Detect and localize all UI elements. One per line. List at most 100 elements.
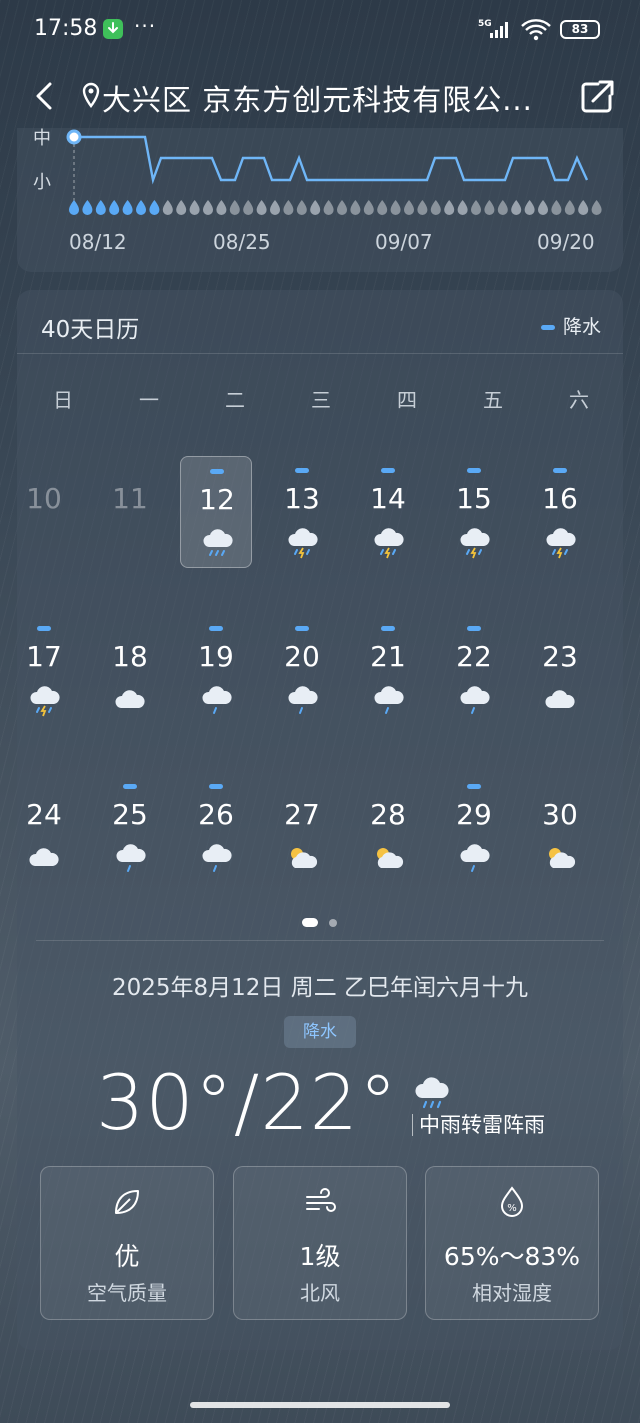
precipitation-drop	[484, 200, 495, 215]
cloud-icon	[114, 684, 146, 722]
precipitation-drop	[95, 200, 106, 215]
precipitation-drop	[511, 200, 522, 215]
precipitation-drop	[417, 200, 428, 215]
light-rain-icon	[458, 842, 490, 880]
app-header: 大兴区 京东方创元科技有限公...	[0, 64, 640, 128]
day-number: 11	[112, 482, 148, 515]
calendar-day-28[interactable]: 28	[352, 772, 424, 884]
wind-direction-label: 北风	[300, 1281, 340, 1305]
wind-card[interactable]: 1级 北风	[233, 1166, 407, 1320]
calendar-day-24[interactable]: 24	[8, 772, 80, 884]
precipitation-drop	[471, 200, 481, 215]
more-notifications-icon: ···	[134, 14, 157, 38]
day-number: 26	[198, 798, 234, 831]
day-number: 18	[112, 640, 148, 673]
precipitation-drop	[82, 200, 93, 215]
calendar-day-26[interactable]: 26	[180, 772, 252, 884]
calendar-day-16[interactable]: 16	[524, 456, 596, 568]
day-number: 21	[370, 640, 406, 673]
calendar-day-11[interactable]: 11	[94, 456, 166, 568]
precipitation-drop	[189, 200, 200, 215]
humidity-card[interactable]: % 65%～83% 相对湿度	[425, 1166, 599, 1320]
precipitation-drop	[216, 200, 227, 215]
divider	[17, 353, 623, 354]
location-title[interactable]: 大兴区 京东方创元科技有限公...	[102, 77, 533, 119]
precipitation-drop	[390, 200, 401, 215]
calendar-title: 40天日历	[41, 317, 140, 343]
legend-label: 降水	[562, 316, 601, 338]
precipitation-legend: 降水	[540, 312, 601, 339]
calendar-day-20[interactable]: 20	[266, 614, 338, 726]
precipitation-drop	[538, 200, 548, 215]
chart-date-1: 08/12	[69, 230, 127, 254]
calendar-day-15[interactable]: 15	[438, 456, 510, 568]
precipitation-marker	[467, 626, 481, 631]
precipitation-drop	[377, 200, 388, 215]
precipitation-drop	[337, 200, 347, 215]
share-button[interactable]	[578, 78, 616, 120]
humidity-icon: %	[426, 1185, 598, 1219]
partly-cloudy-icon	[286, 842, 318, 880]
signal-icon: 5G	[478, 18, 514, 44]
cloud-icon	[28, 842, 60, 880]
precipitation-marker	[295, 468, 309, 473]
precipitation-drop	[323, 200, 334, 215]
day-number: 16	[542, 482, 578, 515]
calendar-day-27[interactable]: 27	[266, 772, 338, 884]
page-dot-active[interactable]	[302, 918, 318, 927]
cloud-icon	[544, 684, 576, 722]
light-rain-icon	[372, 684, 404, 722]
wifi-icon	[520, 18, 552, 46]
precipitation-drop	[162, 200, 173, 215]
precipitation-marker	[381, 626, 395, 631]
thunder-shower-icon	[28, 684, 60, 722]
day-number: 19	[198, 640, 234, 673]
precipitation-tag: 降水	[284, 1016, 356, 1048]
calendar-day-30[interactable]: 30	[524, 772, 596, 884]
calendar-day-23[interactable]: 23	[524, 614, 596, 726]
precipitation-drop	[149, 200, 160, 215]
light-rain-icon	[200, 842, 232, 880]
back-button[interactable]	[28, 78, 64, 114]
home-indicator[interactable]	[190, 1402, 450, 1408]
precipitation-marker	[209, 626, 223, 631]
calendar-day-10[interactable]: 10	[8, 456, 80, 568]
calendar-day-25[interactable]: 25	[94, 772, 166, 884]
day-number: 30	[542, 798, 578, 831]
precipitation-drop	[243, 200, 254, 215]
calendar-day-21[interactable]: 21	[352, 614, 424, 726]
weekday-wed: 三	[311, 388, 331, 412]
calendar-day-13[interactable]: 13	[266, 456, 338, 568]
precipitation-marker	[553, 468, 567, 473]
weekday-sun: 日	[53, 388, 73, 412]
day-number: 25	[112, 798, 148, 831]
thunder-shower-icon	[458, 526, 490, 564]
precipitation-drop	[69, 200, 79, 215]
temperature-range: 30°/22°	[96, 1058, 399, 1147]
page-dot[interactable]	[329, 919, 337, 927]
divider	[36, 940, 604, 941]
precipitation-trend-card: 中 小 08/12 08/25 09/07 09/20	[17, 128, 623, 272]
rain-cloud-icon	[201, 527, 233, 565]
calendar-day-19[interactable]: 19	[180, 614, 252, 726]
day-number: 15	[456, 482, 492, 515]
light-rain-icon	[458, 684, 490, 722]
precipitation-marker	[467, 784, 481, 789]
precipitation-drop	[578, 200, 589, 215]
precipitation-drop	[524, 200, 535, 215]
calendar-day-17[interactable]: 17	[8, 614, 80, 726]
precipitation-drop	[497, 200, 508, 215]
calendar-day-18[interactable]: 18	[94, 614, 166, 726]
air-quality-card[interactable]: 优 空气质量	[40, 1166, 214, 1320]
precipitation-drop	[430, 200, 441, 215]
calendar-day-12[interactable]: 12	[180, 456, 252, 568]
day-number: 27	[284, 798, 320, 831]
precipitation-drop	[203, 200, 213, 215]
precipitation-marker	[210, 469, 224, 474]
page-indicator[interactable]	[0, 918, 640, 928]
light-rain-icon	[286, 684, 318, 722]
calendar-day-29[interactable]: 29	[438, 772, 510, 884]
calendar-day-22[interactable]: 22	[438, 614, 510, 726]
calendar-day-14[interactable]: 14	[352, 456, 424, 568]
weather-description: 中雨转雷阵雨	[412, 1114, 545, 1136]
